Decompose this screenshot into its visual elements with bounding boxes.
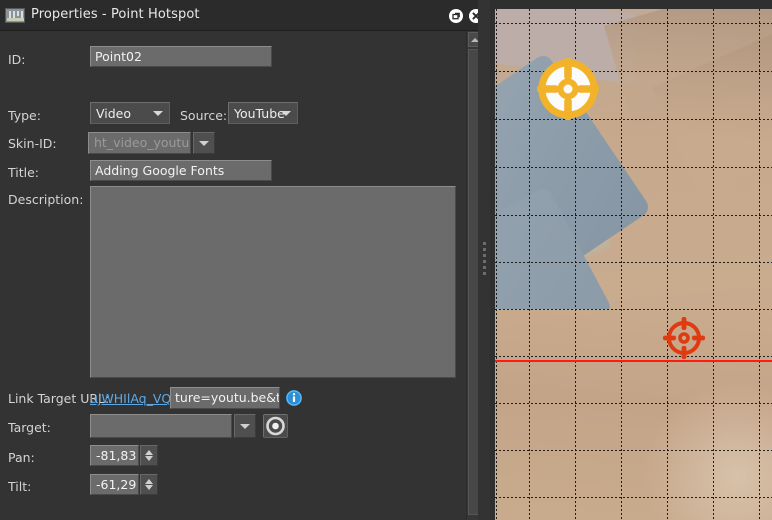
properties-panel-icon [5, 8, 25, 23]
target-picker-icon [266, 416, 285, 436]
stepper-up-icon[interactable] [145, 450, 153, 455]
info-icon[interactable] [286, 390, 302, 406]
window-title: Properties - Point Hotspot [31, 7, 200, 22]
chevron-down-icon [199, 141, 209, 146]
pan-stepper-buttons[interactable] [140, 445, 158, 466]
link-target-url-link[interactable]: ujWHIlAq_VQ [90, 391, 171, 406]
source-label: Source: [180, 108, 228, 123]
target-dropdown[interactable] [90, 414, 256, 438]
restore-window-icon[interactable] [449, 9, 463, 23]
stepper-down-icon[interactable] [145, 485, 153, 490]
stepper-down-icon[interactable] [145, 456, 153, 461]
skin-id-value: ht_video_youtube [88, 132, 191, 154]
horizon-line [495, 360, 772, 362]
chevron-down-icon [240, 424, 250, 429]
target-dropdown-button[interactable] [234, 414, 256, 438]
pan-input[interactable]: -81,83 [90, 445, 139, 466]
target-picker-button[interactable] [263, 414, 288, 438]
panorama-viewer-panel [490, 0, 772, 520]
type-dropdown[interactable]: Video [90, 102, 170, 124]
tilt-label: Tilt: [8, 479, 32, 494]
id-input[interactable]: Point02 [90, 46, 272, 67]
splitter-grip [482, 242, 486, 278]
point-hotspot-selected[interactable] [528, 49, 608, 132]
window-titlebar: Properties - Point Hotspot [0, 0, 490, 31]
pan-stepper[interactable]: -81,83 [90, 445, 158, 466]
skin-id-label: Skin-ID: [8, 136, 57, 151]
description-textarea[interactable] [90, 186, 456, 378]
point-hotspot[interactable] [659, 313, 709, 366]
source-dropdown-value: YouTube [234, 106, 285, 121]
chevron-down-icon [281, 111, 291, 116]
tilt-stepper-buttons[interactable] [140, 474, 158, 495]
pan-label: Pan: [8, 450, 35, 465]
target-value [90, 414, 232, 438]
skin-id-dropdown-button[interactable] [193, 132, 215, 154]
tilt-input[interactable]: -61,29 [90, 474, 139, 495]
title-input[interactable]: Adding Google Fonts [90, 160, 272, 181]
panorama-image[interactable] [495, 9, 772, 520]
link-target-url-input[interactable]: ture=youtu.be&t=79 [170, 387, 280, 409]
panel-splitter[interactable] [478, 0, 490, 520]
properties-panel: Properties - Point Hotspot ID: Point02 T… [0, 0, 490, 520]
skin-id-dropdown[interactable]: ht_video_youtube [88, 132, 215, 154]
source-dropdown[interactable]: YouTube [228, 102, 298, 124]
type-label: Type: [8, 108, 41, 123]
target-label: Target: [8, 420, 51, 435]
title-label: Title: [8, 165, 39, 180]
id-label: ID: [8, 52, 26, 67]
chevron-down-icon [153, 111, 163, 116]
description-label: Description: [8, 192, 84, 207]
type-dropdown-value: Video [96, 106, 132, 121]
properties-dialog-window: Properties - Point Hotspot ID: Point02 T… [0, 0, 772, 520]
tilt-stepper[interactable]: -61,29 [90, 474, 158, 495]
stepper-up-icon[interactable] [145, 479, 153, 484]
properties-form: ID: Point02 Type: Video Source: YouTube … [0, 31, 466, 520]
